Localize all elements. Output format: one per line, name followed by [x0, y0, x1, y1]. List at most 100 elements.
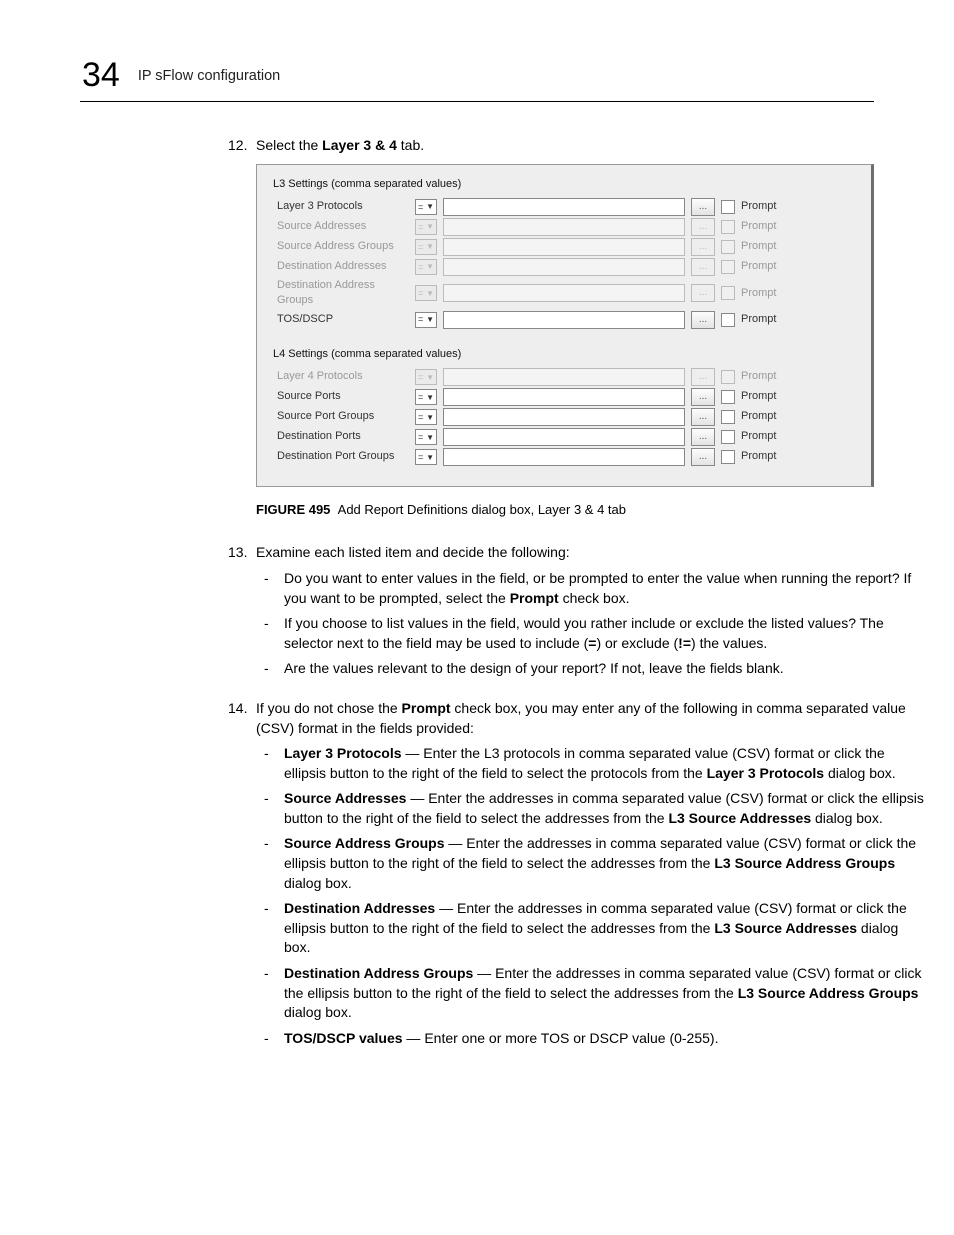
l4-section-title: L4 Settings (comma separated values) [273, 347, 859, 362]
prompt-checkbox[interactable] [721, 390, 735, 404]
field-label: Destination Address Groups [269, 278, 409, 309]
value-input[interactable] [443, 428, 685, 446]
figure-495: L3 Settings (comma separated values) Lay… [256, 164, 928, 520]
step-13: 13. Examine each listed item and decide … [228, 543, 928, 689]
bold: TOS/DSCP values [284, 1030, 403, 1046]
ellipsis-button[interactable]: ... [691, 428, 715, 446]
prompt-label: Prompt [741, 219, 776, 234]
include-exclude-selector[interactable]: ▼ [415, 409, 437, 425]
text: dialog box. [284, 1004, 352, 1020]
prompt-checkbox[interactable] [721, 313, 735, 327]
content: 12. Select the Layer 3 & 4 tab. L3 Setti… [228, 136, 928, 1058]
text: ) or exclude ( [596, 635, 678, 651]
prompt-label: Prompt [741, 199, 776, 214]
field-row: Destination Ports ▼... Prompt [269, 428, 859, 446]
page: 34 IP sFlow configuration 12. Select the… [0, 0, 954, 1235]
l3-section-title: L3 Settings (comma separated values) [273, 177, 859, 192]
value-input [443, 238, 685, 256]
prompt-checkbox [721, 220, 735, 234]
text: Are the values relevant to the design of… [284, 660, 784, 676]
chapter-number: 34 [82, 56, 120, 95]
bold: L3 Source Address Groups [714, 855, 895, 871]
text: Examine each listed item and decide the … [256, 544, 570, 560]
ellipsis-button[interactable]: ... [691, 388, 715, 406]
field-label: Destination Ports [269, 429, 409, 444]
prompt-checkbox[interactable] [721, 200, 735, 214]
bold: L3 Source Addresses [714, 920, 857, 936]
bold: Destination Addresses [284, 900, 439, 916]
prompt-checkbox[interactable] [721, 430, 735, 444]
bullet-item: Source Addresses — Enter the addresses i… [256, 789, 928, 828]
prompt-label: Prompt [741, 286, 776, 301]
header-title: IP sFlow configuration [138, 68, 280, 84]
prompt-checkbox [721, 240, 735, 254]
bullet-item: Source Address Groups — Enter the addres… [256, 834, 928, 893]
prompt-label: Prompt [741, 259, 776, 274]
ellipsis-button[interactable]: ... [691, 198, 715, 216]
prompt-label: Prompt [741, 239, 776, 254]
prompt-checkbox[interactable] [721, 410, 735, 424]
step-body: If you do not chose the Prompt check box… [256, 699, 928, 1059]
prompt-label: Prompt [741, 429, 776, 444]
value-input [443, 258, 685, 276]
include-exclude-selector[interactable]: ▼ [415, 199, 437, 215]
bold: Prompt [402, 700, 451, 716]
field-row: Layer 4 Protocols▼...Prompt [269, 368, 859, 386]
ellipsis-button[interactable]: ... [691, 448, 715, 466]
bullet-item: Destination Address Groups — Enter the a… [256, 964, 928, 1023]
dialog-panel: L3 Settings (comma separated values) Lay… [256, 164, 874, 488]
include-exclude-selector[interactable]: ▼ [415, 389, 437, 405]
text: Select the [256, 137, 322, 153]
prompt-label: Prompt [741, 312, 776, 327]
field-row: Source Address Groups ▼... Prompt [269, 238, 859, 256]
bullet-item: Do you want to enter values in the field… [256, 569, 928, 608]
ellipsis-button: ... [691, 218, 715, 236]
include-exclude-selector[interactable]: ▼ [415, 429, 437, 445]
bullet-item: Layer 3 Protocols — Enter the L3 protoco… [256, 744, 928, 783]
field-label: Destination Addresses [269, 259, 409, 274]
bold: != [678, 635, 691, 651]
include-exclude-selector: ▼ [415, 259, 437, 275]
value-input[interactable] [443, 448, 685, 466]
value-input[interactable] [443, 311, 685, 329]
value-input[interactable] [443, 198, 685, 216]
include-exclude-selector: ▼ [415, 239, 437, 255]
value-input[interactable] [443, 408, 685, 426]
ellipsis-button: ... [691, 284, 715, 302]
prompt-label: Prompt [741, 409, 776, 424]
prompt-checkbox[interactable] [721, 450, 735, 464]
field-row: Destination Addresses ▼... Prompt [269, 258, 859, 276]
value-input[interactable] [443, 388, 685, 406]
bullet-item: Are the values relevant to the design of… [256, 659, 928, 679]
bold: Layer 3 & 4 [322, 137, 397, 153]
page-header: 34 IP sFlow configuration [82, 56, 874, 95]
prompt-label: Prompt [741, 389, 776, 404]
bullet-item: TOS/DSCP values — Enter one or more TOS … [256, 1029, 928, 1049]
ellipsis-button[interactable]: ... [691, 311, 715, 329]
text: If you choose to list values in the fiel… [284, 615, 884, 651]
include-exclude-selector[interactable]: ▼ [415, 449, 437, 465]
bold: Layer 3 Protocols [707, 765, 825, 781]
prompt-checkbox [721, 260, 735, 274]
prompt-label: Prompt [741, 449, 776, 464]
bold: Source Address Groups [284, 835, 445, 851]
ellipsis-button[interactable]: ... [691, 408, 715, 426]
field-label: Source Address Groups [269, 239, 409, 254]
figure-caption: FIGURE 495 Add Report Definitions dialog… [256, 501, 928, 519]
step-12: 12. Select the Layer 3 & 4 tab. L3 Setti… [228, 136, 928, 533]
field-label: Layer 4 Protocols [269, 369, 409, 384]
include-exclude-selector[interactable]: ▼ [415, 312, 437, 328]
text: dialog box. [284, 875, 352, 891]
figure-label: FIGURE 495 [256, 502, 330, 517]
ellipsis-button: ... [691, 258, 715, 276]
field-label: Source Port Groups [269, 409, 409, 424]
field-label: Layer 3 Protocols [269, 199, 409, 214]
figure-caption-text: Add Report Definitions dialog box, Layer… [338, 502, 626, 517]
field-row: TOS/DSCP▼...Prompt [269, 311, 859, 329]
text: — Enter one or more TOS or DSCP value (0… [403, 1030, 719, 1046]
header-rule [80, 101, 874, 102]
step-14: 14. If you do not chose the Prompt check… [228, 699, 928, 1059]
step-number: 14. [228, 699, 256, 1059]
ellipsis-button: ... [691, 238, 715, 256]
text: ) the values. [691, 635, 767, 651]
